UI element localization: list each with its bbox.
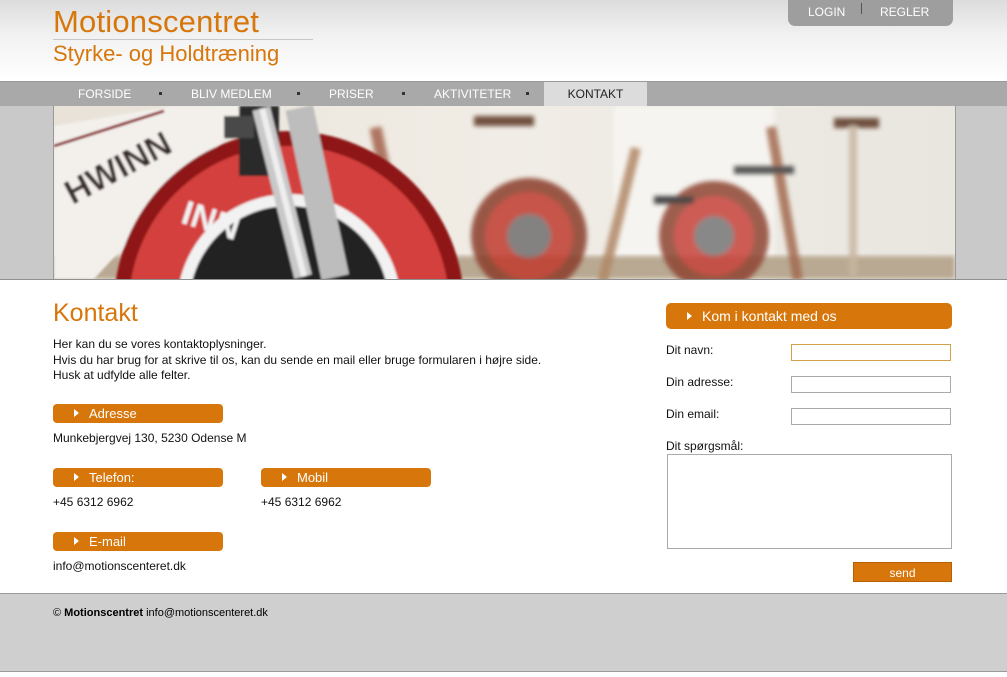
question-field[interactable] [667,454,952,549]
main-nav: FORSIDE BLIV MEDLEM PRISER AKTIVITETER K… [0,82,1007,106]
footer-email[interactable]: info@motionscenteret.dk [146,607,268,619]
intro-text: Her kan du se vores kontaktoplysninger. … [53,337,541,384]
copyright-symbol: © [53,607,62,619]
email-value[interactable]: info@motionscenteret.dk [53,559,186,573]
address-heading-label: Adresse [89,406,137,421]
arrow-right-icon [282,473,287,481]
arrow-right-icon [74,473,79,481]
intro-line: Hvis du har brug for at skrive til os, k… [53,352,542,367]
phone-heading: Telefon: [53,468,223,487]
intro-line: Husk at udfylde alle felter. [53,368,191,382]
arrow-right-icon [74,409,79,417]
arrow-right-icon [687,312,692,320]
email-field[interactable] [791,408,951,425]
nav-item-priser[interactable]: PRISER [329,82,374,106]
nav-item-forside[interactable]: FORSIDE [78,82,131,106]
question-label: Dit spørgsmål: [666,439,744,453]
site-subtitle: Styrke- og Holdtræning [53,41,280,66]
email-heading: E-mail [53,532,223,551]
send-button[interactable]: send [853,562,952,582]
name-field[interactable] [791,344,951,361]
phone-heading-label: Telefon: [89,470,135,485]
address-label: Din adresse: [666,375,734,389]
nav-separator [402,92,405,95]
nav-item-bliv-medlem[interactable]: BLIV MEDLEM [191,82,272,106]
mobile-heading-label: Mobil [297,470,329,485]
nav-separator [297,92,300,95]
contact-form-heading-label: Kom i kontakt med os [702,308,837,324]
contact-form-heading: Kom i kontakt med os [666,303,952,329]
page-title: Kontakt [53,299,138,327]
intro-line: Her kan du se vores kontaktoplysninger. [53,337,267,351]
email-label: Din email: [666,407,720,421]
arrow-right-icon [74,537,79,545]
mobile-heading: Mobil [261,468,431,487]
footer-text: © Motionscentret info@motionscenteret.dk [53,607,268,619]
top-links: LOGIN REGLER [788,0,953,26]
site-footer: © Motionscentret info@motionscenteret.dk [0,593,1007,672]
spinning-bikes-photo: HWINN INN [54,106,955,279]
nav-item-aktiviteter[interactable]: AKTIVITETER [434,82,511,106]
site-header: Motionscentret Styrke- og Holdtræning LO… [0,0,1007,82]
login-link[interactable]: LOGIN [808,5,845,19]
nav-separator [526,92,529,95]
email-heading-label: E-mail [89,534,126,549]
banner-image: HWINN INN [53,106,956,279]
address-field[interactable] [791,376,951,393]
name-label: Dit navn: [666,343,714,357]
footer-brand: Motionscentret [64,607,144,619]
address-heading: Adresse [53,404,223,423]
nav-item-kontakt[interactable]: KONTAKT [544,82,647,106]
top-links-divider [861,3,862,14]
nav-separator [159,92,162,95]
site-title[interactable]: Motionscentret [53,4,259,40]
rules-link[interactable]: REGLER [880,5,929,19]
address-value: Munkebjergvej 130, 5230 Odense M [53,431,247,445]
phone-value: +45 6312 6962 [53,495,134,509]
mobile-value: +45 6312 6962 [261,495,342,509]
logo-divider [53,39,313,40]
